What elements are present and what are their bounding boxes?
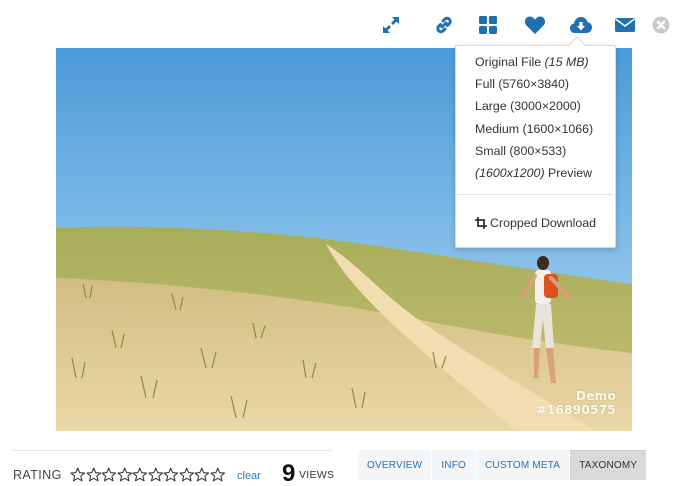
rating-star-icon[interactable] xyxy=(116,467,133,482)
views-label: VIEWS xyxy=(299,469,335,481)
rating-label: RATING xyxy=(13,468,62,482)
rating-stars xyxy=(70,467,225,482)
clear-rating-link[interactable]: clear xyxy=(237,470,261,482)
link-icon[interactable] xyxy=(431,12,457,38)
rating-star-icon[interactable] xyxy=(85,467,102,482)
rating-star-icon[interactable] xyxy=(147,467,164,482)
cloud-download-icon[interactable] xyxy=(568,12,594,38)
cropped-download-label: Cropped Download xyxy=(490,216,597,230)
download-full[interactable]: Full (5760×3840) xyxy=(475,77,569,91)
rating-star-icon[interactable] xyxy=(101,467,117,482)
mail-icon[interactable] xyxy=(612,12,638,38)
detail-tabs: OVERVIEW INFO CUSTOM META TAXONOMY xyxy=(358,450,647,482)
tab-custom-meta[interactable]: CUSTOM META xyxy=(476,450,570,480)
watermark-label: Demo xyxy=(575,389,616,403)
cropped-download[interactable]: Cropped Download xyxy=(475,216,596,232)
tab-overview[interactable]: OVERVIEW xyxy=(358,450,432,480)
watermark-id: #16890575 xyxy=(536,403,616,417)
image-watermark: Demo #16890575 xyxy=(536,389,616,417)
rating-star-icon[interactable] xyxy=(70,467,86,482)
tab-taxonomy[interactable]: TAXONOMY xyxy=(570,450,647,480)
expand-icon[interactable] xyxy=(378,12,404,38)
close-icon[interactable] xyxy=(650,14,672,36)
download-original-size: (15 MB) xyxy=(544,55,589,69)
download-original-label: Original File xyxy=(475,55,545,69)
heart-icon[interactable] xyxy=(522,12,548,38)
grid-icon[interactable] xyxy=(475,12,501,38)
rating-star-icon[interactable] xyxy=(194,467,210,482)
download-preview-dims: (1600x1200) xyxy=(475,166,545,180)
download-small[interactable]: Small (800×533) xyxy=(475,144,566,158)
tab-info[interactable]: INFO xyxy=(432,450,476,480)
download-medium[interactable]: Medium (1600×1066) xyxy=(475,122,593,136)
rating-star-icon[interactable] xyxy=(132,467,148,482)
download-preview[interactable]: (1600x1200) Preview xyxy=(475,166,592,180)
rating-star-icon[interactable] xyxy=(163,467,179,482)
rating-bar: RATING clear 9 VIEWS xyxy=(12,450,335,486)
download-preview-label: Preview xyxy=(544,166,593,180)
rating-star-icon[interactable] xyxy=(209,467,226,482)
crop-icon xyxy=(475,217,487,232)
download-large[interactable]: Large (3000×2000) xyxy=(475,99,581,113)
menu-divider xyxy=(457,194,614,195)
download-menu: Original File (15 MB) Full (5760×3840) L… xyxy=(455,36,616,248)
views-count: 9 xyxy=(282,460,296,486)
rating-star-icon[interactable] xyxy=(178,467,195,482)
download-original-file[interactable]: Original File (15 MB) xyxy=(475,55,589,69)
dropdown-caret xyxy=(568,36,586,54)
